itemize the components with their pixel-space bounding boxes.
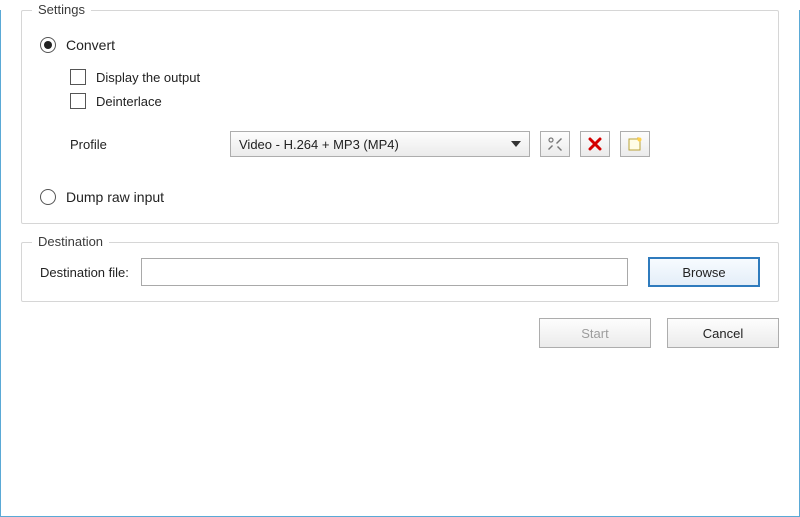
browse-button-label: Browse [682, 265, 725, 280]
new-profile-icon [627, 136, 643, 152]
profile-select-value: Video - H.264 + MP3 (MP4) [239, 137, 399, 152]
convert-radio-row[interactable]: Convert [40, 37, 760, 53]
deinterlace-checkbox[interactable] [70, 93, 86, 109]
browse-button[interactable]: Browse [648, 257, 760, 287]
dump-radio-label: Dump raw input [66, 189, 164, 205]
new-profile-button[interactable] [620, 131, 650, 157]
destination-file-input[interactable] [141, 258, 628, 286]
edit-profile-button[interactable] [540, 131, 570, 157]
convert-radio[interactable] [40, 37, 56, 53]
convert-radio-label: Convert [66, 37, 115, 53]
start-button[interactable]: Start [539, 318, 651, 348]
destination-group: Destination Destination file: Browse [21, 242, 779, 302]
dialog-footer: Start Cancel [1, 302, 799, 348]
dump-radio[interactable] [40, 189, 56, 205]
settings-group: Settings Convert Display the output Dein… [21, 10, 779, 224]
dump-radio-row[interactable]: Dump raw input [40, 189, 760, 205]
profile-label: Profile [70, 137, 230, 152]
delete-icon [588, 137, 602, 151]
chevron-down-icon [511, 141, 521, 147]
deinterlace-label: Deinterlace [96, 94, 162, 109]
convert-options: Display the output Deinterlace Profile V… [70, 69, 760, 157]
deinterlace-row[interactable]: Deinterlace [70, 93, 760, 109]
start-button-label: Start [581, 326, 608, 341]
destination-legend: Destination [32, 234, 109, 249]
display-output-label: Display the output [96, 70, 200, 85]
destination-file-label: Destination file: [40, 265, 129, 280]
profile-row: Profile Video - H.264 + MP3 (MP4) [70, 131, 760, 157]
tools-icon [547, 136, 563, 152]
delete-profile-button[interactable] [580, 131, 610, 157]
cancel-button[interactable]: Cancel [667, 318, 779, 348]
settings-legend: Settings [32, 2, 91, 17]
profile-select[interactable]: Video - H.264 + MP3 (MP4) [230, 131, 530, 157]
display-output-row[interactable]: Display the output [70, 69, 760, 85]
cancel-button-label: Cancel [703, 326, 743, 341]
display-output-checkbox[interactable] [70, 69, 86, 85]
